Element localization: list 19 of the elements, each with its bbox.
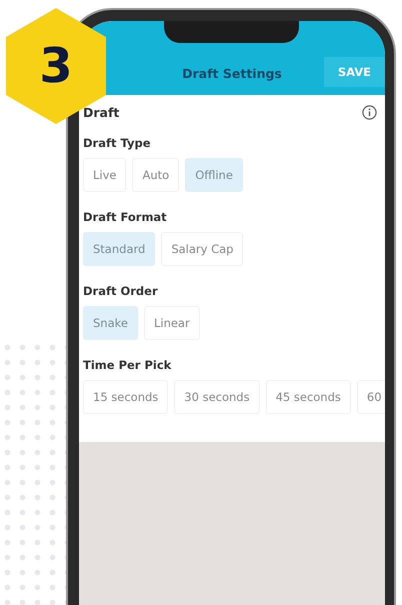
option-chip[interactable]: 30 seconds — [174, 380, 260, 414]
group-label: Draft Format — [83, 210, 168, 224]
option-chip[interactable]: 60 — [356, 380, 385, 414]
option-chip[interactable]: Auto — [132, 158, 180, 192]
screen-title: Draft Settings — [182, 66, 282, 81]
option-chip[interactable]: Live — [83, 158, 126, 192]
section-title: Draft — [83, 105, 120, 120]
group-label: Draft Type — [83, 136, 152, 150]
info-icon[interactable] — [362, 105, 377, 120]
group-label: Draft Order — [83, 284, 159, 298]
option-chip[interactable]: 45 seconds — [266, 380, 351, 414]
option-chip[interactable]: Snake — [83, 306, 138, 340]
group-label: Time Per Pick — [83, 358, 172, 372]
save-button[interactable]: SAVE — [324, 57, 385, 87]
option-chip[interactable]: Standard — [83, 232, 156, 266]
option-chip[interactable]: Salary Cap — [161, 232, 244, 266]
option-chip[interactable]: Linear — [144, 306, 200, 340]
option-chip[interactable]: 15 seconds — [83, 380, 168, 414]
option-chip[interactable]: Offline — [185, 158, 243, 192]
